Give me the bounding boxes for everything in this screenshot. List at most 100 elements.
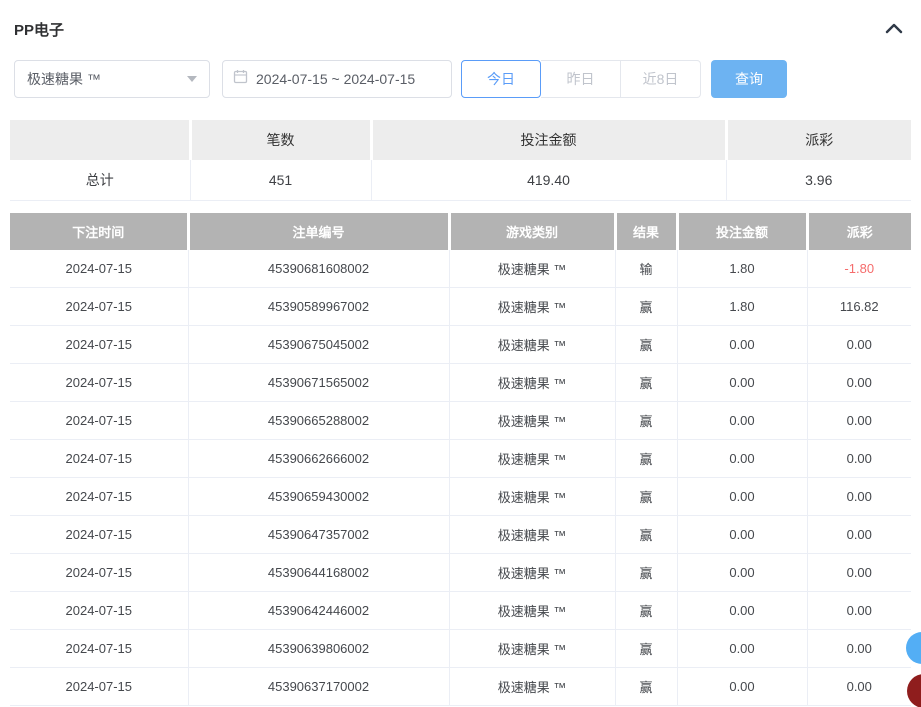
summary-total-label: 总计 xyxy=(10,160,190,200)
detail-header-result: 结果 xyxy=(615,213,677,250)
detail-header-bet-id: 注单编号 xyxy=(188,213,449,250)
cell-bet-amount: 0.00 xyxy=(677,478,807,516)
cell-payout: 0.00 xyxy=(807,326,911,364)
cell-bet-amount: 0.00 xyxy=(677,364,807,402)
summary-total-row: 总计 451 419.40 3.96 xyxy=(10,160,911,200)
table-row: 2024-07-1545390637170002极速糖果 ™赢0.000.00 xyxy=(10,668,911,706)
table-row: 2024-07-1545390665288002极速糖果 ™赢0.000.00 xyxy=(10,402,911,440)
game-select-value: 极速糖果 ™ xyxy=(27,69,101,89)
cell-bet-amount: 1.80 xyxy=(677,250,807,288)
quick-range-today-button[interactable]: 今日 xyxy=(461,60,541,98)
cell-game: 极速糖果 ™ xyxy=(449,668,615,706)
cell-result: 赢 xyxy=(615,554,677,592)
date-range-value: 2024-07-15 ~ 2024-07-15 xyxy=(256,71,415,87)
cell-bet-id: 45390681608002 xyxy=(188,250,449,288)
table-row: 2024-07-1545390671565002极速糖果 ™赢0.000.00 xyxy=(10,364,911,402)
cell-time: 2024-07-15 xyxy=(10,250,188,288)
cell-time: 2024-07-15 xyxy=(10,554,188,592)
cell-result: 赢 xyxy=(615,592,677,630)
cell-bet-id: 45390644168002 xyxy=(188,554,449,592)
cell-bet-amount: 0.00 xyxy=(677,630,807,668)
cell-bet-amount: 0.00 xyxy=(677,668,807,706)
cell-payout: -1.80 xyxy=(807,250,911,288)
cell-result: 赢 xyxy=(615,402,677,440)
cell-game: 极速糖果 ™ xyxy=(449,250,615,288)
cell-bet-id: 45390589967002 xyxy=(188,288,449,326)
chevron-up-icon xyxy=(885,21,903,39)
cell-bet-id: 45390639806002 xyxy=(188,630,449,668)
detail-table-body: 2024-07-1545390681608002极速糖果 ™输1.80-1.80… xyxy=(10,250,911,706)
summary-header-bet-amount: 投注金额 xyxy=(371,120,726,160)
cell-result: 赢 xyxy=(615,326,677,364)
cell-time: 2024-07-15 xyxy=(10,402,188,440)
date-range-input[interactable]: 2024-07-15 ~ 2024-07-15 xyxy=(222,60,452,98)
filter-bar: 极速糖果 ™ 2024-07-15 ~ 2024-07-15 今日 昨日 近8日… xyxy=(14,60,911,98)
cell-bet-amount: 1.80 xyxy=(677,288,807,326)
cell-time: 2024-07-15 xyxy=(10,440,188,478)
cell-result: 赢 xyxy=(615,478,677,516)
cell-game: 极速糖果 ™ xyxy=(449,402,615,440)
panel-header: PP电子 xyxy=(0,0,921,38)
table-row: 2024-07-1545390675045002极速糖果 ™赢0.000.00 xyxy=(10,326,911,364)
table-row: 2024-07-1545390589967002极速糖果 ™赢1.80116.8… xyxy=(10,288,911,326)
cell-game: 极速糖果 ™ xyxy=(449,592,615,630)
page-title: PP电子 xyxy=(14,19,64,40)
cell-result: 赢 xyxy=(615,516,677,554)
cell-payout: 0.00 xyxy=(807,440,911,478)
cell-payout: 0.00 xyxy=(807,516,911,554)
game-select[interactable]: 极速糖果 ™ xyxy=(14,60,210,98)
table-row: 2024-07-1545390644168002极速糖果 ™赢0.000.00 xyxy=(10,554,911,592)
table-row: 2024-07-1545390681608002极速糖果 ™输1.80-1.80 xyxy=(10,250,911,288)
cell-payout: 0.00 xyxy=(807,668,911,706)
table-row: 2024-07-1545390659430002极速糖果 ™赢0.000.00 xyxy=(10,478,911,516)
cell-payout: 0.00 xyxy=(807,402,911,440)
cell-time: 2024-07-15 xyxy=(10,288,188,326)
summary-header-count: 笔数 xyxy=(190,120,371,160)
cell-payout: 0.00 xyxy=(807,554,911,592)
cell-payout: 0.00 xyxy=(807,478,911,516)
cell-bet-amount: 0.00 xyxy=(677,440,807,478)
summary-table: 笔数 投注金额 派彩 总计 451 419.40 3.96 xyxy=(10,120,911,201)
detail-header-row: 下注时间 注单编号 游戏类别 结果 投注金额 派彩 xyxy=(10,213,911,250)
detail-header-bet-amount: 投注金额 xyxy=(677,213,807,250)
cell-payout: 0.00 xyxy=(807,630,911,668)
cell-bet-id: 45390637170002 xyxy=(188,668,449,706)
cell-game: 极速糖果 ™ xyxy=(449,516,615,554)
summary-total-payout: 3.96 xyxy=(726,160,911,200)
cell-game: 极速糖果 ™ xyxy=(449,630,615,668)
cell-bet-amount: 0.00 xyxy=(677,516,807,554)
cell-bet-amount: 0.00 xyxy=(677,326,807,364)
cell-time: 2024-07-15 xyxy=(10,326,188,364)
quick-range-group: 今日 昨日 近8日 xyxy=(461,60,701,98)
collapse-button[interactable] xyxy=(885,21,903,39)
table-row: 2024-07-1545390647357002极速糖果 ™赢0.000.00 xyxy=(10,516,911,554)
quick-range-last8days-button[interactable]: 近8日 xyxy=(621,60,701,98)
cell-result: 赢 xyxy=(615,630,677,668)
summary-total-bet-amount: 419.40 xyxy=(371,160,726,200)
cell-time: 2024-07-15 xyxy=(10,478,188,516)
cell-time: 2024-07-15 xyxy=(10,630,188,668)
cell-bet-id: 45390642446002 xyxy=(188,592,449,630)
bet-records-table: 下注时间 注单编号 游戏类别 结果 投注金额 派彩 2024-07-154539… xyxy=(10,213,911,707)
quick-range-yesterday-button[interactable]: 昨日 xyxy=(541,60,621,98)
summary-header-payout: 派彩 xyxy=(726,120,911,160)
cell-time: 2024-07-15 xyxy=(10,592,188,630)
detail-header-game: 游戏类别 xyxy=(449,213,615,250)
search-button[interactable]: 查询 xyxy=(711,60,787,98)
cell-result: 赢 xyxy=(615,668,677,706)
cell-result: 赢 xyxy=(615,440,677,478)
cell-bet-id: 45390665288002 xyxy=(188,402,449,440)
detail-header-payout: 派彩 xyxy=(807,213,911,250)
cell-time: 2024-07-15 xyxy=(10,668,188,706)
cell-time: 2024-07-15 xyxy=(10,516,188,554)
summary-header-row: 笔数 投注金额 派彩 xyxy=(10,120,911,160)
cell-game: 极速糖果 ™ xyxy=(449,478,615,516)
cell-bet-amount: 0.00 xyxy=(677,592,807,630)
cell-bet-amount: 0.00 xyxy=(677,402,807,440)
table-row: 2024-07-1545390642446002极速糖果 ™赢0.000.00 xyxy=(10,592,911,630)
summary-total-count: 451 xyxy=(190,160,371,200)
cell-game: 极速糖果 ™ xyxy=(449,326,615,364)
cell-payout: 0.00 xyxy=(807,364,911,402)
chevron-down-icon xyxy=(187,76,197,82)
cell-bet-id: 45390659430002 xyxy=(188,478,449,516)
